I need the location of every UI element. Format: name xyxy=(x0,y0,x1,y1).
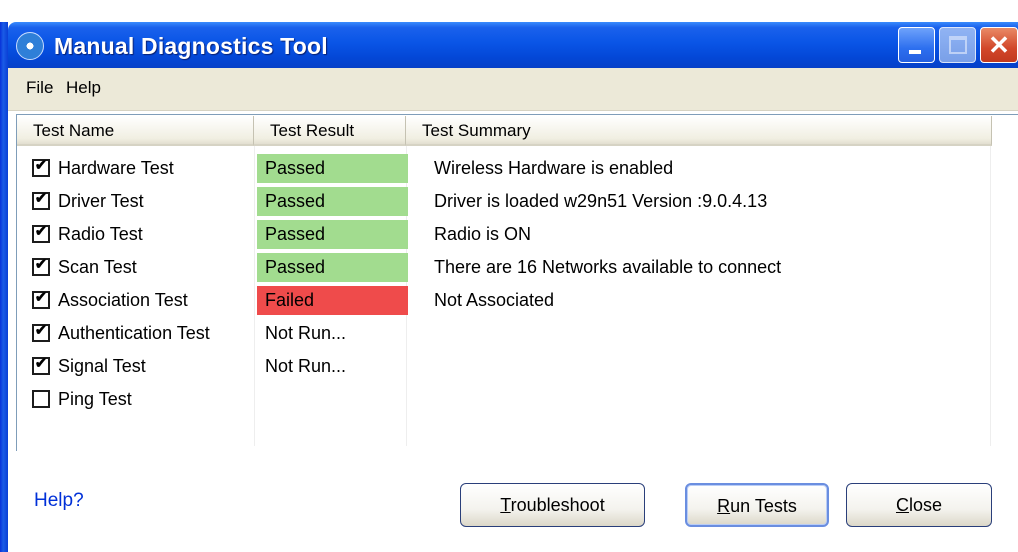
test-checkbox[interactable]: ✔ xyxy=(32,256,50,276)
wireless-signal-icon[interactable] xyxy=(16,32,44,60)
test-result-cell: Not Run... xyxy=(265,356,347,376)
column-header-test-summary[interactable]: Test Summary xyxy=(406,116,992,146)
checkmark-icon: ✔ xyxy=(34,256,48,273)
minimize-icon xyxy=(909,50,921,54)
table-row[interactable]: Ping Test xyxy=(18,383,990,415)
table-row[interactable]: ✔ Radio Test Passed Radio is ON xyxy=(18,218,990,250)
test-summary-cell: There are 16 Networks available to conne… xyxy=(434,257,782,277)
test-checkbox[interactable] xyxy=(32,390,50,408)
table-row[interactable]: ✔ Scan Test Passed There are 16 Networks av… xyxy=(18,251,990,283)
test-result-cell: Passed xyxy=(257,187,408,216)
run-tests-button[interactable]: Run Tests xyxy=(685,483,829,527)
troubleshoot-mnemonic: T xyxy=(500,495,511,515)
troubleshoot-button[interactable]: Troubleshoot xyxy=(460,483,645,527)
test-checkbox[interactable]: ✔ xyxy=(32,223,50,243)
maximize-icon xyxy=(949,36,967,54)
test-checkbox[interactable]: ✔ xyxy=(32,355,50,375)
close-button[interactable]: Close xyxy=(846,483,992,527)
test-name: Authentication Test xyxy=(58,323,210,343)
window-left-border xyxy=(0,22,8,552)
test-name: Hardware Test xyxy=(58,158,174,178)
test-checkbox[interactable]: ✔ xyxy=(32,322,50,342)
checkmark-icon: ✔ xyxy=(34,223,48,240)
help-link[interactable]: Help? xyxy=(34,490,84,512)
test-checkbox[interactable]: ✔ xyxy=(32,289,50,309)
table-row[interactable]: ✔ Signal Test Not Run... xyxy=(18,350,990,382)
table-row[interactable]: ✔ Authentication Test Not Run... xyxy=(18,317,990,349)
close-icon: ✕ xyxy=(988,30,1010,60)
test-name: Radio Test xyxy=(58,224,143,244)
menu-bar xyxy=(8,68,1018,111)
column-header-test-result[interactable]: Test Result xyxy=(254,116,406,146)
test-name: Scan Test xyxy=(58,257,137,277)
test-result-cell: Passed xyxy=(257,154,408,183)
table-row[interactable]: ✔ Hardware Test Passed Wireless Hardware is… xyxy=(18,152,990,184)
test-checkbox[interactable]: ✔ xyxy=(32,157,50,177)
test-summary-cell: Driver is loaded w29n51 Version :9.0.4.1… xyxy=(434,191,768,211)
test-summary-cell: Wireless Hardware is enabled xyxy=(434,158,674,178)
close-mnemonic: C xyxy=(895,495,909,515)
table-row[interactable]: ✔ Association Test Failed Not Associated xyxy=(18,284,990,316)
test-name: Driver Test xyxy=(58,191,144,211)
run-tests-label: un Tests xyxy=(730,496,797,516)
maximize-button[interactable] xyxy=(939,27,976,63)
test-summary-cell xyxy=(420,350,434,382)
checkmark-icon: ✔ xyxy=(34,190,48,207)
menu-help[interactable]: Help xyxy=(66,78,101,98)
test-name: Association Test xyxy=(58,290,188,310)
column-divider xyxy=(990,146,991,446)
checkmark-icon: ✔ xyxy=(34,157,48,174)
test-summary-cell: Not Associated xyxy=(434,290,555,310)
menu-file[interactable]: File xyxy=(26,78,53,98)
close-window-button[interactable]: ✕ xyxy=(980,27,1018,63)
checkmark-icon: ✔ xyxy=(34,355,48,372)
checkmark-icon: ✔ xyxy=(34,322,48,339)
window-title: Manual Diagnostics Tool xyxy=(54,33,328,59)
checkmark-icon: ✔ xyxy=(34,289,48,306)
test-name: Signal Test xyxy=(58,356,146,376)
test-result-cell: Passed xyxy=(257,253,408,282)
test-result-cell: Not Run... xyxy=(265,323,347,343)
test-summary-cell: Radio is ON xyxy=(434,224,532,244)
test-result-cell xyxy=(257,385,408,414)
close-label: lose xyxy=(908,495,943,515)
troubleshoot-label: roubleshoot xyxy=(510,495,605,515)
run-tests-mnemonic: R xyxy=(717,496,731,516)
table-row[interactable]: ✔ Driver Test Passed Driver is loaded w29n5… xyxy=(18,185,990,217)
column-header-test-name[interactable]: Test Name xyxy=(17,116,254,146)
test-result-cell: Passed xyxy=(257,220,408,249)
test-name: Ping Test xyxy=(58,389,132,409)
test-checkbox[interactable]: ✔ xyxy=(32,190,50,210)
minimize-button[interactable] xyxy=(898,27,935,63)
test-summary-cell xyxy=(420,317,434,349)
test-result-cell: Failed xyxy=(257,286,408,315)
test-summary-cell xyxy=(420,383,434,415)
